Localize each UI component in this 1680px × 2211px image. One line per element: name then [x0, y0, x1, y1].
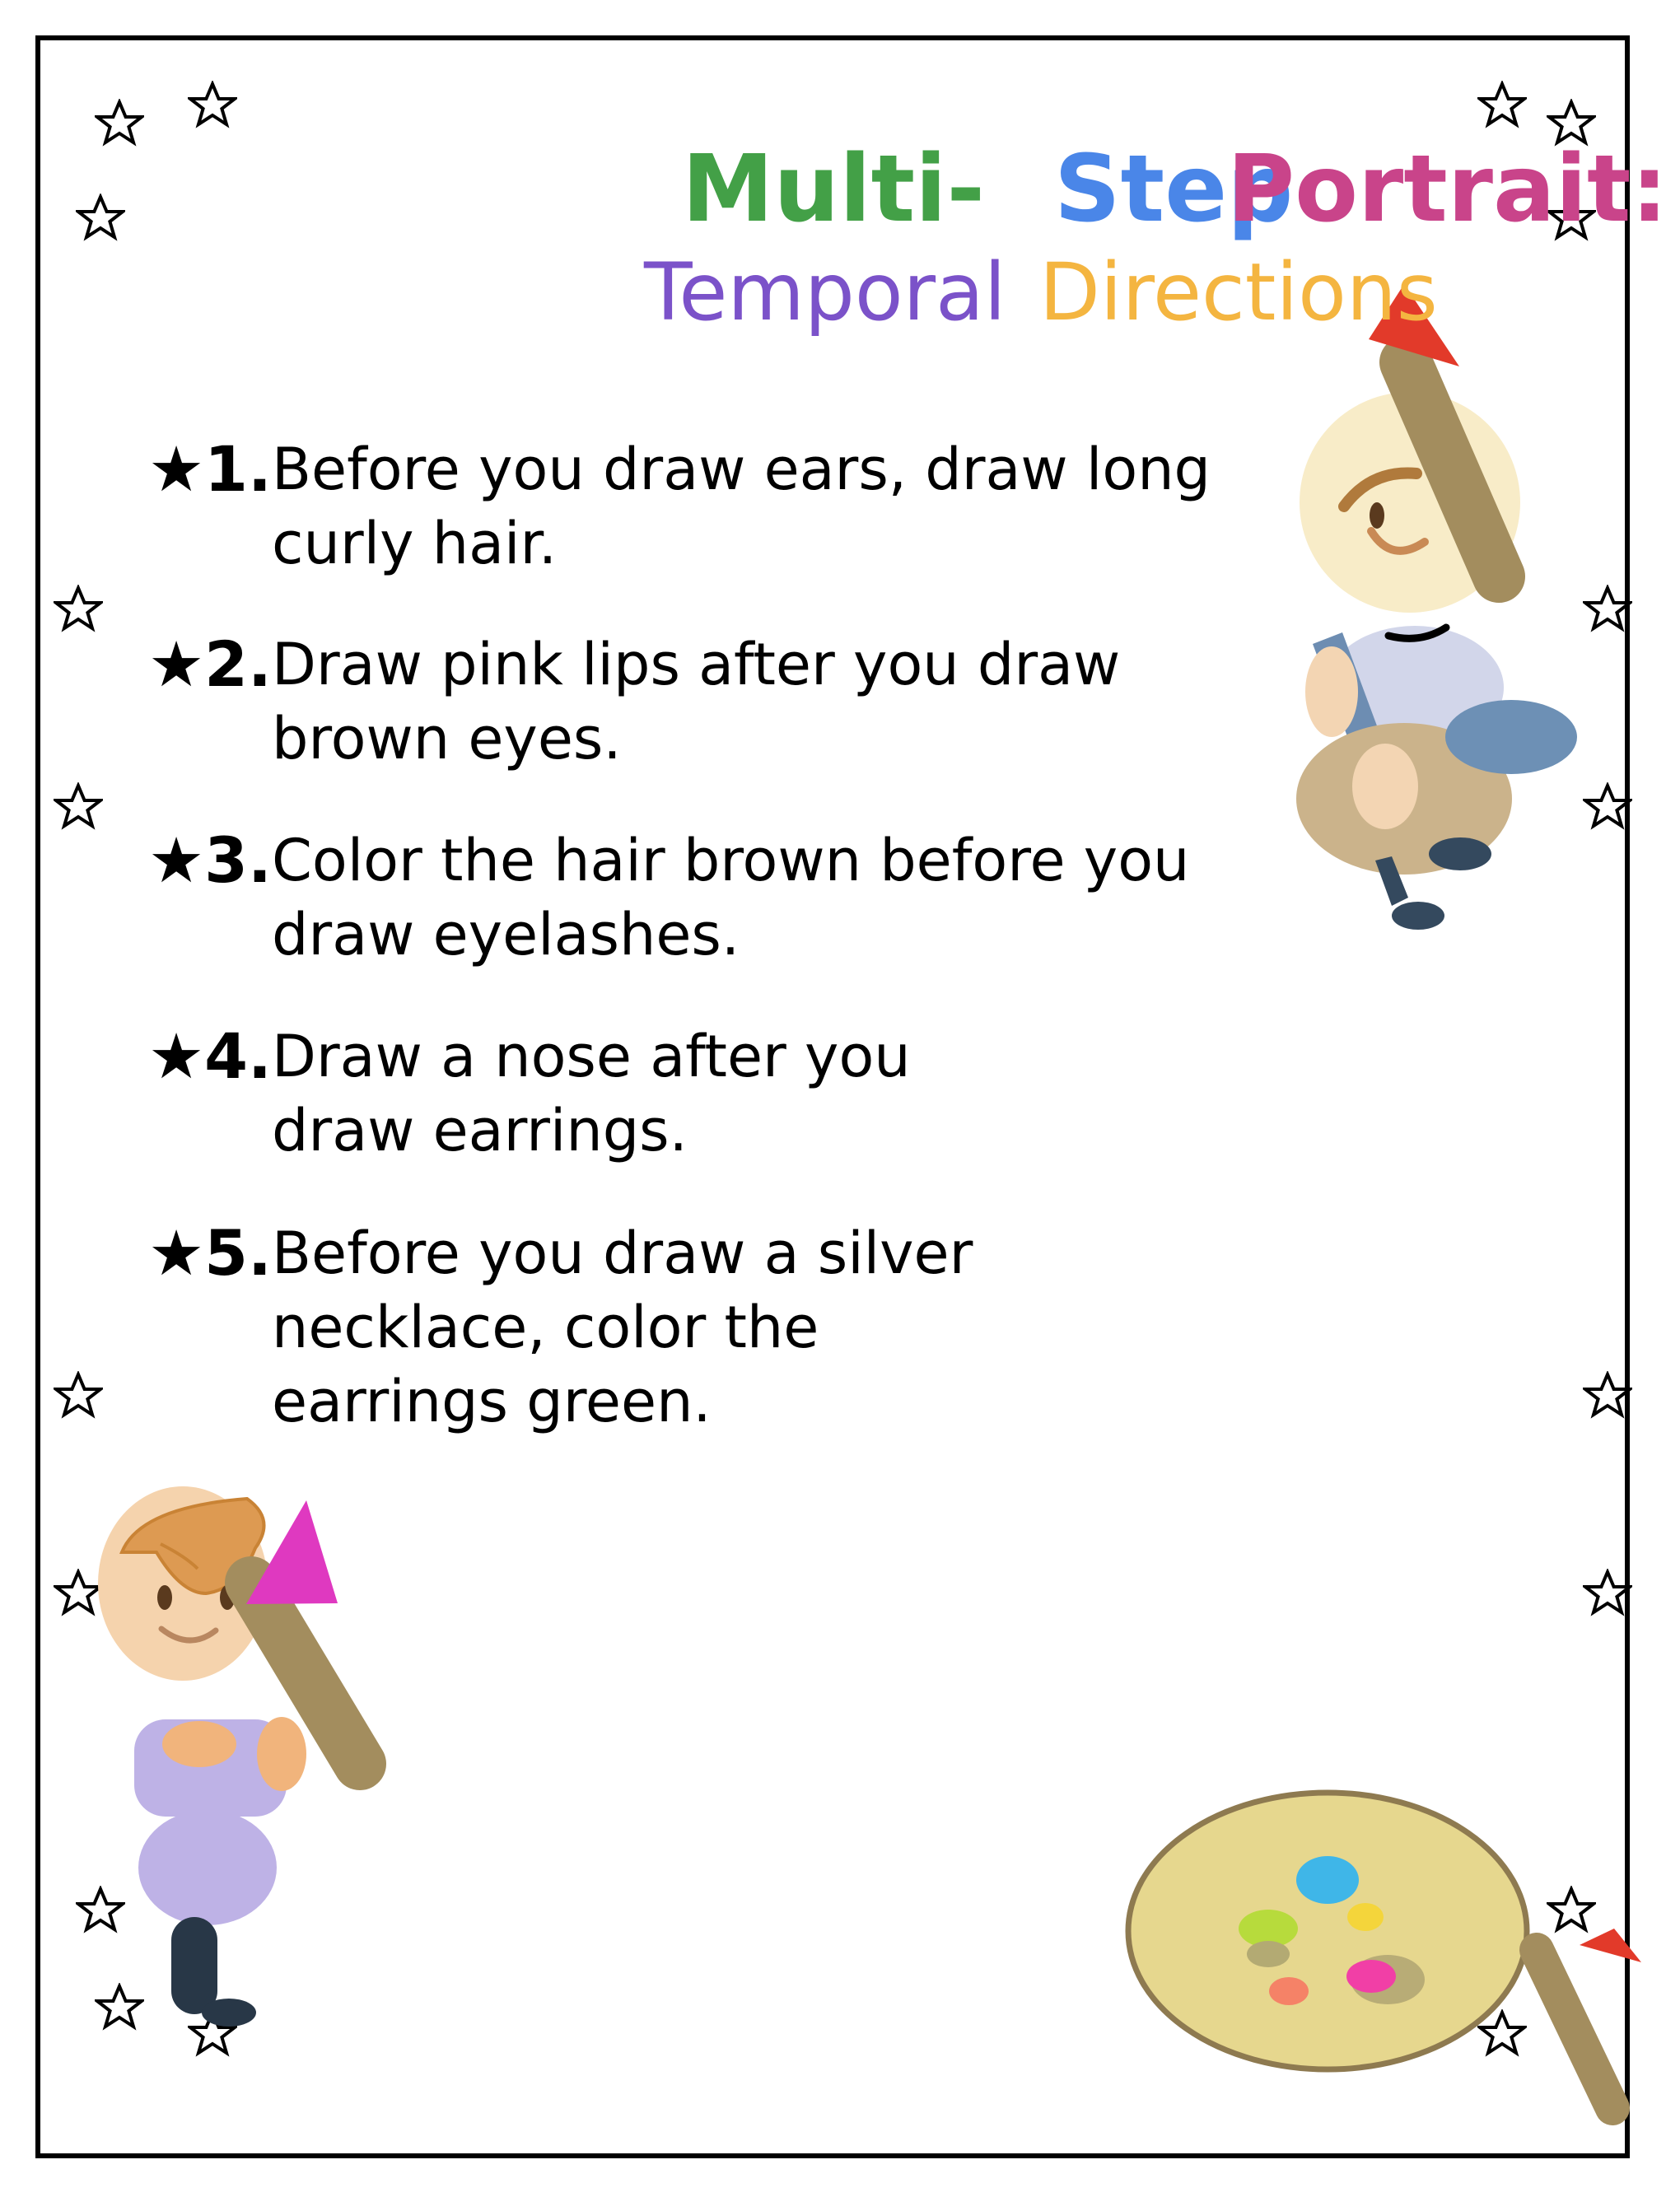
star-icon — [96, 1985, 143, 2028]
instruction-marker: ★3. — [148, 823, 272, 897]
star-icon — [54, 586, 102, 630]
page-subtitle: Temporal Directions — [0, 247, 1680, 338]
title-word-portrait: Portrait: — [1227, 136, 1668, 243]
child-with-pencil-icon — [1296, 284, 1577, 930]
child-with-pencil-icon — [98, 1486, 386, 2027]
instruction-marker: ★1. — [148, 432, 272, 506]
instruction-text: Draw a nose after you draw earrings. — [272, 1023, 911, 1164]
instruction-marker: ★2. — [148, 627, 272, 701]
instruction-marker: ★5. — [148, 1216, 272, 1290]
title-word-multi: Multi- — [682, 136, 985, 243]
star-icon — [1478, 2011, 1526, 2055]
star-icon — [1584, 1570, 1631, 1614]
instruction-text: Color the hair brown before you draw eye… — [272, 827, 1190, 968]
star-icon — [1584, 784, 1631, 828]
star-icon — [1478, 82, 1526, 126]
pencil-icon — [1519, 1929, 1641, 2125]
worksheet-page: Multi- Step Portrait: Temporal Direction… — [0, 0, 1680, 2211]
instruction-text: Draw pink lips after you draw brown eyes… — [272, 631, 1121, 772]
star-icon — [1547, 1887, 1595, 1931]
paint-palette-icon — [1125, 1789, 1530, 2073]
instruction-text: Before you draw a silver necklace, color… — [272, 1220, 973, 1435]
star-icon — [77, 1887, 124, 1931]
page-title: Multi- Step Portrait: — [0, 136, 1680, 243]
instruction-marker: ★4. — [148, 1019, 272, 1093]
star-icon — [1584, 586, 1631, 630]
subtitle-word-temporal: Temporal — [644, 246, 1006, 338]
star-icon — [54, 1570, 102, 1614]
star-icon — [189, 82, 236, 126]
star-icon — [54, 784, 102, 828]
star-icon — [1584, 1373, 1631, 1416]
star-icon — [54, 1373, 102, 1416]
subtitle-word-directions: Directions — [1039, 246, 1438, 338]
instruction-text: Before you draw ears, draw long curly ha… — [272, 436, 1211, 577]
